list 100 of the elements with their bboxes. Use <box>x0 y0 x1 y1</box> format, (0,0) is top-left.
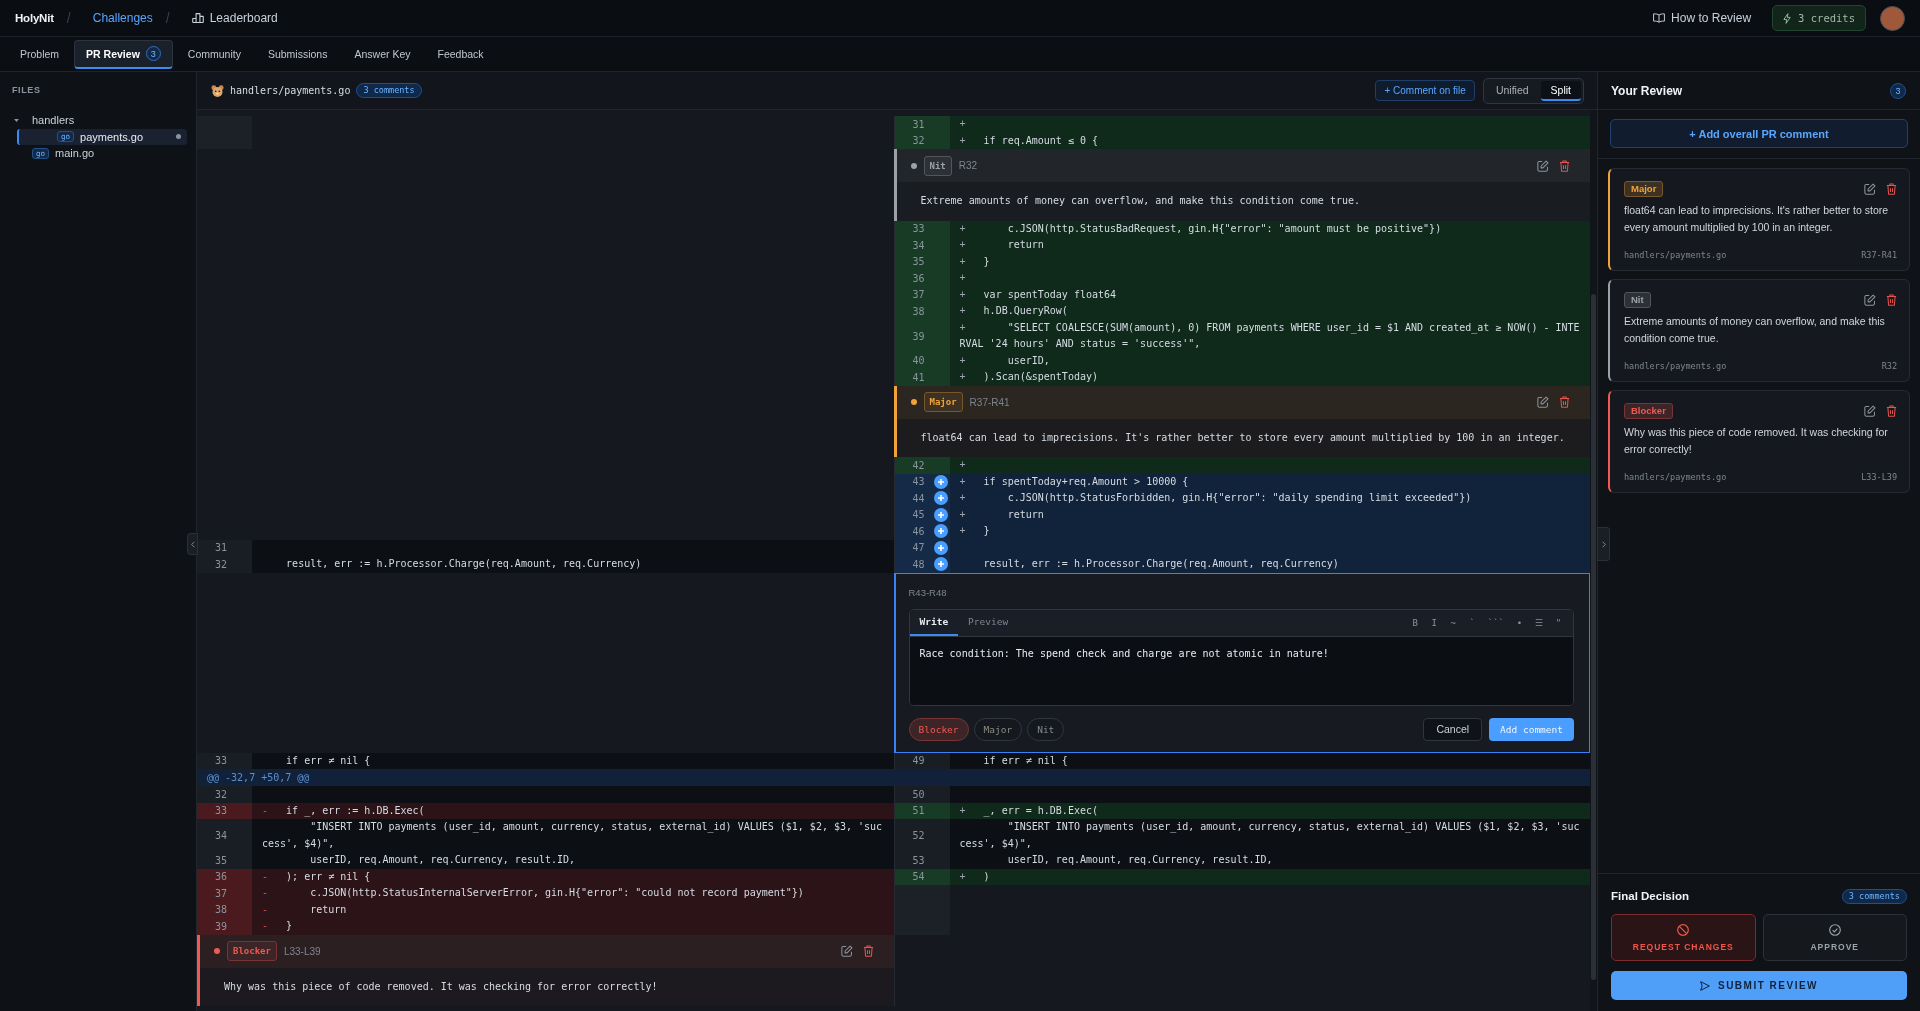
plus-circle-icon[interactable] <box>933 474 948 489</box>
edit-icon[interactable] <box>1864 405 1876 417</box>
trash-icon[interactable] <box>1559 159 1570 172</box>
line-gutter <box>894 918 950 935</box>
edit-icon[interactable] <box>840 945 853 957</box>
line-number: 43 <box>911 476 925 488</box>
trash-icon[interactable] <box>1559 396 1570 408</box>
submit-button[interactable]: SUBMIT REVIEW <box>1611 971 1907 1000</box>
line-number: 53 <box>911 854 925 866</box>
line-range: R32 <box>1881 360 1897 372</box>
edit-icon[interactable] <box>1537 159 1549 172</box>
format-button[interactable]: " <box>1552 617 1565 628</box>
plus-circle-icon[interactable] <box>933 491 948 506</box>
trash-icon[interactable] <box>862 945 874 957</box>
decision-option[interactable]: APPROVE <box>1762 914 1907 961</box>
line-number: 51 <box>911 805 925 817</box>
comment-on-file-button[interactable]: + Comment on file <box>1375 80 1475 101</box>
line-number: 49 <box>911 755 925 767</box>
chevron-left-icon <box>190 540 195 548</box>
severity-option[interactable]: Nit <box>1027 717 1065 741</box>
scrollbar-thumb[interactable] <box>1591 294 1596 980</box>
severity-option[interactable]: Blocker <box>908 717 969 741</box>
help-link[interactable]: How to Review <box>1653 11 1752 25</box>
severity-tag: Major <box>923 392 963 412</box>
comment-count: 3 comments <box>356 83 422 98</box>
format-button[interactable]: ☰ <box>1532 617 1546 628</box>
add-comment-button[interactable]: + Add overall PR comment <box>1610 119 1908 148</box>
tab[interactable]: PR Review 3 <box>74 39 173 69</box>
line-number: 50 <box>911 788 925 800</box>
edit-icon[interactable] <box>1864 294 1876 306</box>
check-circle-icon <box>1828 923 1841 936</box>
line-number: 47 <box>911 542 925 554</box>
avatar[interactable] <box>1880 5 1905 31</box>
line-number: 34 <box>911 239 925 251</box>
format-button[interactable]: B <box>1408 617 1422 628</box>
send-icon <box>1699 980 1710 991</box>
section-title: Final Decision <box>1611 890 1689 902</box>
plus-circle-icon[interactable] <box>933 557 948 572</box>
format-button[interactable]: ` <box>1465 617 1479 628</box>
tab[interactable]: Feedback <box>425 39 496 69</box>
editor-tab[interactable]: Preview <box>958 609 1019 636</box>
line-gutter <box>894 885 950 902</box>
view-option[interactable]: Split <box>1540 80 1581 101</box>
trash-icon[interactable] <box>1886 405 1897 417</box>
severity-option[interactable]: Major <box>973 717 1023 741</box>
comment-count: 3 <box>1890 82 1906 99</box>
view-option[interactable]: Unified <box>1485 80 1539 101</box>
bar-chart-icon <box>191 13 204 23</box>
cancel-button[interactable]: Cancel <box>1423 717 1483 741</box>
severity-tag: Nit <box>1624 292 1651 308</box>
comment-text: Why was this piece of code removed. It was checking for error correctly! <box>223 979 659 994</box>
severity-tag: Major <box>1624 181 1664 197</box>
line-number: 33 <box>213 755 227 767</box>
editor-tab[interactable]: Write <box>909 609 959 636</box>
hunk-header: @@ -32,7 +50,7 @@ <box>197 769 1590 786</box>
line-number: 37 <box>911 289 925 301</box>
format-button[interactable]: ~ <box>1446 617 1460 628</box>
comment-text: float64 can lead to imprecisions. It's rather better to store every amount multiplied by 100 in an integer. <box>919 430 1566 445</box>
breadcrumb-link[interactable]: Challenges <box>92 11 153 25</box>
trash-icon[interactable] <box>1886 294 1897 306</box>
no-entry-icon <box>1677 923 1690 936</box>
line-number: 37 <box>213 887 227 899</box>
format-button[interactable]: • <box>1513 617 1526 628</box>
section-title: FILES <box>11 85 42 96</box>
trash-icon[interactable] <box>1886 183 1897 195</box>
line-number: 32 <box>213 788 227 800</box>
tab[interactable]: Submissions <box>255 39 340 69</box>
line-number: 42 <box>911 459 925 471</box>
tab[interactable]: Community <box>175 39 253 69</box>
line-number: 32 <box>911 135 925 147</box>
panel-title: Your Review <box>1611 83 1683 98</box>
comment-text: Extreme amounts of money can overflow, and make this condition come true. <box>1624 314 1886 346</box>
file-path: handlers/payments.go <box>1624 249 1727 261</box>
folder-item[interactable]: handlers <box>4 112 187 129</box>
line-number: 52 <box>911 830 925 841</box>
line-number: 32 <box>213 558 227 570</box>
tab[interactable]: Problem <box>8 39 72 69</box>
count-badge: 3 <box>145 46 161 61</box>
plus-circle-icon[interactable] <box>933 524 948 539</box>
line-number: 33 <box>911 223 925 235</box>
line-number: 46 <box>911 525 925 537</box>
comment-count: 3 comments <box>1841 888 1907 904</box>
brand-name[interactable]: HolyNit <box>15 12 54 24</box>
tab[interactable]: Answer Key <box>342 39 423 69</box>
edit-icon[interactable] <box>1537 396 1549 408</box>
decision-option[interactable]: REQUEST CHANGES <box>1611 914 1756 961</box>
file-path: handlers/payments.go <box>230 85 351 96</box>
line-number: 31 <box>213 542 227 554</box>
severity-tag: Blocker <box>1624 403 1673 419</box>
format-button[interactable]: ``` <box>1484 617 1507 628</box>
credits-badge[interactable]: 3 credits <box>1772 5 1866 31</box>
format-button[interactable]: I <box>1427 617 1441 628</box>
comment-field[interactable]: Write Preview B I ~ ` ``` • ☰ " Race condition: The spend check and charge are not atomic in nature! <box>908 608 1574 706</box>
plus-circle-icon[interactable] <box>933 507 948 522</box>
breadcrumb-link[interactable]: Leaderboard <box>191 11 278 25</box>
line-range: L33-L39 <box>1861 471 1897 483</box>
edit-icon[interactable] <box>1864 183 1876 195</box>
severity-tag: Nit <box>923 155 952 176</box>
line-number: 34 <box>213 830 227 841</box>
plus-circle-icon[interactable] <box>933 540 948 555</box>
